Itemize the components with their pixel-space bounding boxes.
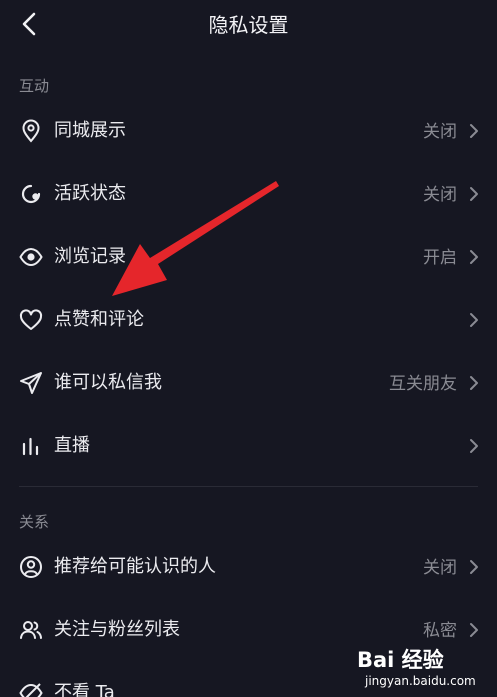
chevron-right-icon [470,439,478,453]
chevron-right-icon [470,187,478,201]
setting-row-recommend[interactable]: 推荐给可能认识的人 关闭 [0,538,497,594]
setting-label: 关注与粉丝列表 [54,619,180,640]
send-message-icon [20,372,42,394]
eye-icon [19,247,43,267]
setting-label: 推荐给可能认识的人 [54,556,216,577]
baidu-watermark: Bai 经验 jingyan.baidu.com [357,642,487,694]
setting-value: 关闭 [423,122,457,142]
setting-label: 点赞和评论 [54,309,144,330]
setting-row-nearby-display[interactable]: 同城展示 关闭 [0,102,497,158]
setting-row-browse-history[interactable]: 浏览记录 开启 [0,228,497,284]
setting-row-live[interactable]: 直播 [0,417,497,473]
chevron-right-icon [470,250,478,264]
setting-label: 活跃状态 [54,183,126,204]
watermark-logo-text: Bai 经验 [357,648,444,672]
user-circle-icon [20,556,42,578]
setting-value: 关闭 [423,558,457,578]
setting-row-direct-message[interactable]: 谁可以私信我 互关朋友 [0,354,497,410]
setting-label: 同城展示 [54,120,126,141]
location-pin-icon [22,119,40,143]
heart-icon [19,309,43,330]
chevron-right-icon [470,313,478,327]
setting-value: 私密 [423,621,457,641]
chevron-right-icon [470,376,478,390]
setting-row-likes-comments[interactable]: 点赞和评论 [0,291,497,347]
page-title: 隐私设置 [208,13,289,37]
setting-label: 浏览记录 [54,246,126,267]
users-icon [20,621,42,639]
chevron-right-icon [470,560,478,574]
section-label-interaction: 互动 [19,77,50,95]
setting-label: 直播 [54,435,90,456]
header-bar: 隐私设置 [0,0,497,50]
watermark-url: jingyan.baidu.com [365,674,476,688]
setting-label: 不看 Ta [54,682,115,697]
setting-value: 关闭 [423,185,457,205]
chevron-right-icon [470,124,478,138]
eye-off-icon [19,683,43,697]
setting-label: 谁可以私信我 [54,372,162,393]
chevron-right-icon [470,623,478,637]
setting-row-activity-status[interactable]: 活跃状态 关闭 [0,165,497,221]
live-bars-icon [22,437,39,456]
section-label-relation: 关系 [19,513,50,531]
activity-status-icon [21,184,41,204]
setting-value: 互关朋友 [389,374,457,394]
section-divider [19,486,478,487]
setting-value: 开启 [423,248,457,268]
